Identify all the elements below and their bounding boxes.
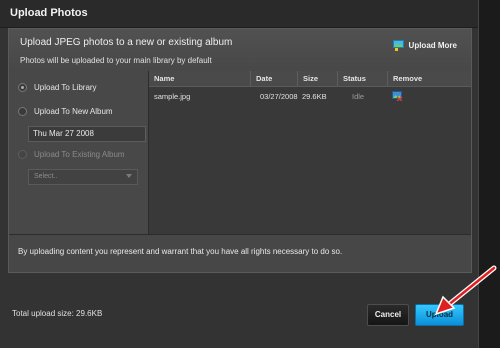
radio-button[interactable]	[18, 107, 27, 116]
file-name: sample.jpg	[154, 92, 191, 101]
file-status: Idle	[352, 92, 365, 101]
column-header-name[interactable]: Name	[149, 71, 250, 86]
existing-album-select[interactable]: Select..	[28, 169, 138, 185]
column-header-size[interactable]: Size	[297, 71, 337, 86]
annotation-arrow-icon	[434, 265, 497, 316]
panel-heading: Upload JPEG photos to a new or existing …	[20, 37, 233, 48]
dialog-title: Upload Photos	[10, 7, 88, 19]
rights-disclaimer: By uploading content you represent and w…	[18, 247, 343, 256]
radio-label: Upload To Existing Album	[34, 150, 125, 159]
dialog-titlebar: Upload Photos	[0, 0, 478, 28]
new-album-name-field[interactable]	[28, 126, 146, 142]
radio-button[interactable]	[18, 150, 27, 159]
cancel-button[interactable]: Cancel	[367, 304, 409, 326]
disclaimer-bar: By uploading content you represent and w…	[9, 234, 471, 272]
upload-photos-dialog: Upload Photos Upload JPEG photos to a ne…	[0, 0, 497, 348]
select-value: Select..	[34, 173, 58, 180]
radio-label: Upload To New Album	[34, 107, 113, 116]
file-date: 03/27/2008	[260, 92, 298, 101]
upload-more-label: Upload More	[408, 41, 457, 50]
panel-subheading: Photos will be uploaded to your main lib…	[20, 56, 212, 65]
column-header-remove[interactable]: Remove	[387, 71, 471, 86]
radio-upload-to-library[interactable]: Upload To Library	[18, 83, 97, 92]
table-header: Name Date Size Status Remove	[149, 71, 471, 87]
upload-more-button[interactable]: Upload More	[392, 40, 457, 51]
total-upload-size: Total upload size: 29.6KB	[12, 309, 103, 318]
file-size: 29.6KB	[302, 92, 327, 101]
radio-upload-to-new-album[interactable]: Upload To New Album	[18, 107, 113, 116]
table-row[interactable]: sample.jpg 03/27/2008 29.6KB Idle	[149, 87, 471, 107]
add-photo-icon	[392, 40, 404, 51]
chevron-down-icon	[126, 174, 132, 178]
radio-label: Upload To Library	[34, 83, 97, 92]
radio-upload-to-existing-album[interactable]: Upload To Existing Album	[18, 150, 125, 159]
column-header-status[interactable]: Status	[337, 71, 387, 86]
column-header-date[interactable]: Date	[250, 71, 297, 86]
radio-button[interactable]	[18, 83, 27, 92]
remove-icon[interactable]	[392, 91, 403, 101]
upload-panel: Upload JPEG photos to a new or existing …	[8, 28, 472, 273]
panel-header: Upload JPEG photos to a new or existing …	[9, 29, 471, 69]
